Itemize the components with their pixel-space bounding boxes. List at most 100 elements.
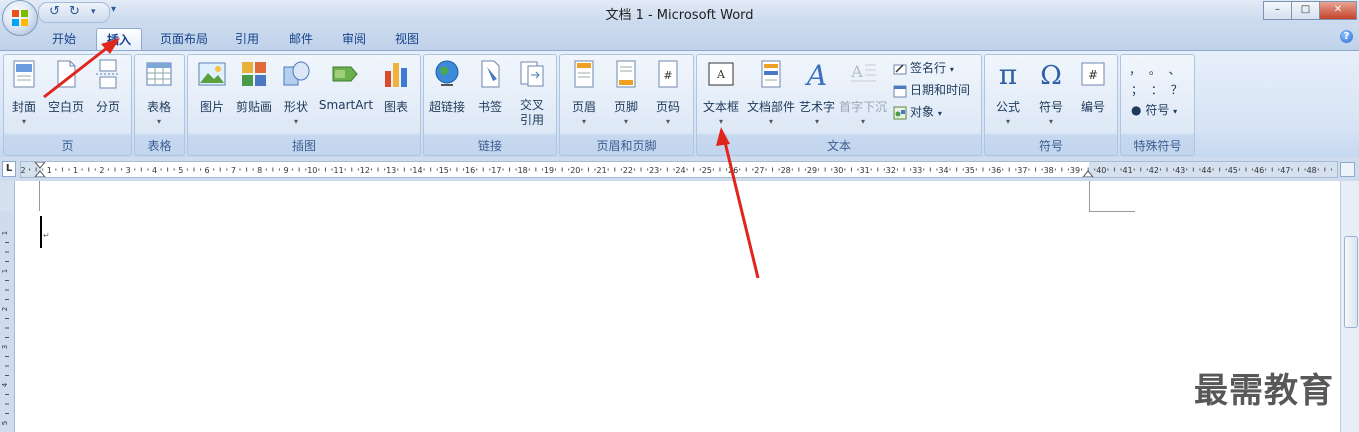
group-label-links: 链接 (477, 139, 502, 153)
margin-corner-right (1089, 181, 1090, 211)
signature-line-button[interactable]: 签名行 ▾ (893, 59, 954, 77)
shapes-label: 形状 (283, 100, 308, 114)
special-symbol-button[interactable]: ● 符号 ▾ (1131, 101, 1177, 119)
chart-button[interactable]: 图表 (376, 59, 416, 115)
chevron-down-icon: ▾ (156, 117, 161, 126)
maximize-button[interactable]: □ (1291, 1, 1320, 20)
symbol-button[interactable]: Ω 符号 ▾ (1031, 59, 1071, 126)
tab-view[interactable]: 视图 (386, 28, 428, 50)
page-number-button[interactable]: # 页码 ▾ (648, 59, 688, 126)
ruler-number: 32 (886, 166, 896, 175)
tab-references[interactable]: 引用 (226, 28, 268, 50)
clip-art-button[interactable]: 剪贴画 (234, 59, 274, 115)
svg-text:A: A (804, 59, 827, 89)
help-icon[interactable]: ? (1340, 30, 1353, 43)
table-button[interactable]: 表格 ▾ (139, 59, 179, 126)
document-page[interactable]: ↵ 最需教育 (15, 181, 1340, 432)
ruler-number: 40 (1096, 166, 1106, 175)
cover-page-button[interactable]: 封面 ▾ (6, 59, 42, 126)
blank-page-button[interactable]: 空白页 (44, 59, 88, 115)
vruler-number: 1 (1, 269, 9, 273)
chevron-down-icon: ▾ (860, 117, 865, 126)
ruler-number: 4 (152, 166, 157, 175)
shapes-button[interactable]: 形状 ▾ (276, 59, 316, 126)
date-time-button[interactable]: 日期和时间 (893, 81, 970, 99)
numbering-button[interactable]: # 编号 (1073, 59, 1113, 115)
picture-label: 图片 (199, 100, 224, 114)
tab-review[interactable]: 审阅 (333, 28, 375, 50)
chart-icon (385, 63, 407, 87)
group-label-text: 文本 (826, 139, 851, 153)
tab-mailings[interactable]: 邮件 (280, 28, 322, 50)
tab-selector[interactable]: L (2, 161, 16, 177)
header-button[interactable]: 页眉 ▾ (564, 59, 604, 126)
ruler-number: 21 (597, 166, 607, 175)
text-box-button[interactable]: A 文本框 ▾ (699, 59, 743, 126)
group-label-illustrations: 插图 (291, 139, 316, 153)
equation-button[interactable]: π 公式 ▾ (987, 58, 1029, 126)
numbering-label: 编号 (1080, 100, 1105, 114)
group-label-tables: 表格 (147, 139, 172, 153)
wordart-button[interactable]: A 艺术字 ▾ (797, 59, 837, 126)
vruler-number: 1 (1, 231, 9, 235)
footer-button[interactable]: 页脚 ▾ (606, 59, 646, 126)
ruler-number: 46 (1254, 166, 1264, 175)
tab-insert[interactable]: 插入 (96, 28, 142, 51)
clip-art-icon (242, 62, 266, 86)
svg-text:#: # (663, 69, 672, 82)
vruler-number: 2 (1, 307, 9, 311)
view-ruler-icon[interactable] (1340, 162, 1355, 177)
drop-cap-button[interactable]: A 首字下沉 ▾ (838, 59, 888, 126)
tab-page-layout[interactable]: 页面布局 (152, 28, 216, 50)
minimize-button[interactable]: – (1263, 1, 1292, 20)
tab-home[interactable]: 开始 (44, 28, 84, 50)
bookmark-icon (481, 60, 500, 88)
svg-text:#: # (1088, 68, 1098, 82)
ruler-number: 3 (126, 166, 131, 175)
ruler-number: 16 (465, 166, 475, 175)
ruler-number: 48 (1307, 166, 1317, 175)
office-button[interactable] (2, 0, 38, 36)
ruler-number: 10 (307, 166, 317, 175)
text-cursor (40, 216, 42, 248)
ribbon-tabs: 开始 插入 页面布局 引用 邮件 审阅 视图 ? (0, 24, 1359, 51)
close-button[interactable]: ✕ (1319, 1, 1357, 20)
title-bar: ↺ ↻ ▾ ▾ 文档 1 - Microsoft Word – □ ✕ (0, 0, 1359, 36)
ruler-number: 12 (360, 166, 370, 175)
vertical-scrollbar[interactable] (1340, 181, 1359, 432)
ruler-number: 23 (649, 166, 659, 175)
vertical-ruler[interactable]: 1 1 2 3 4 5 (0, 181, 15, 432)
footer-label: 页脚 (613, 100, 638, 114)
ruler-number: 27 (754, 166, 764, 175)
svg-text:Ω: Ω (1040, 61, 1062, 89)
punctuation-row-1[interactable]: ， 。 、 (1129, 61, 1183, 79)
picture-button[interactable]: 图片 (192, 59, 232, 115)
ruler-number: 29 (807, 166, 817, 175)
smartart-button[interactable]: SmartArt (318, 59, 374, 112)
pi-icon: π (999, 58, 1017, 91)
quick-parts-button[interactable]: 文档部件 ▾ (745, 59, 797, 126)
chevron-down-icon: ▾ (1048, 117, 1053, 126)
scrollbar-thumb[interactable] (1344, 236, 1358, 328)
ruler-number: 9 (283, 166, 288, 175)
ruler-number: 17 (491, 166, 501, 175)
group-header-footer: 页眉 ▾ 页脚 ▾ # 页码 ▾ 页眉和页脚 (559, 54, 694, 156)
chevron-down-icon: ▾ (665, 117, 670, 126)
bookmark-button[interactable]: 书签 (470, 59, 510, 115)
group-illustrations: 图片 剪贴画 形状 ▾ SmartArt 图表 插图 (187, 54, 421, 156)
ruler-number: 1 (73, 166, 78, 175)
wordart-icon: A (804, 59, 827, 92)
vruler-number: 4 (1, 382, 9, 387)
cover-page-label: 封面 (11, 100, 36, 114)
ruler-number: 24 (675, 166, 685, 175)
globe-link-icon (435, 60, 459, 86)
page-break-button[interactable]: 分页 (90, 59, 126, 115)
ruler-number: 22 (623, 166, 633, 175)
punctuation-row-2[interactable]: ； ： ？ (1131, 81, 1185, 99)
signature-pen-icon (893, 63, 907, 74)
object-button[interactable]: 对象 ▾ (893, 103, 942, 121)
horizontal-ruler[interactable]: 2 1 1 2 3 4 5 6 7 8 9 10 11 12 13 14 15 16 17 18 19 20 21 22 23 2… (20, 161, 1338, 178)
cross-reference-button[interactable]: 交叉 引用 (512, 59, 552, 128)
chevron-down-icon: ▾ (293, 117, 298, 126)
hyperlink-button[interactable]: 超链接 (426, 59, 468, 115)
